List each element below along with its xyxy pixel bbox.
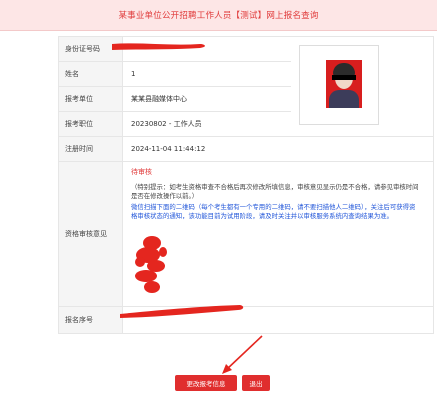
modify-registration-button[interactable]: 更改报考信息 (175, 375, 237, 391)
redaction-marks (112, 43, 244, 318)
exit-button[interactable]: 退出 (242, 375, 270, 391)
